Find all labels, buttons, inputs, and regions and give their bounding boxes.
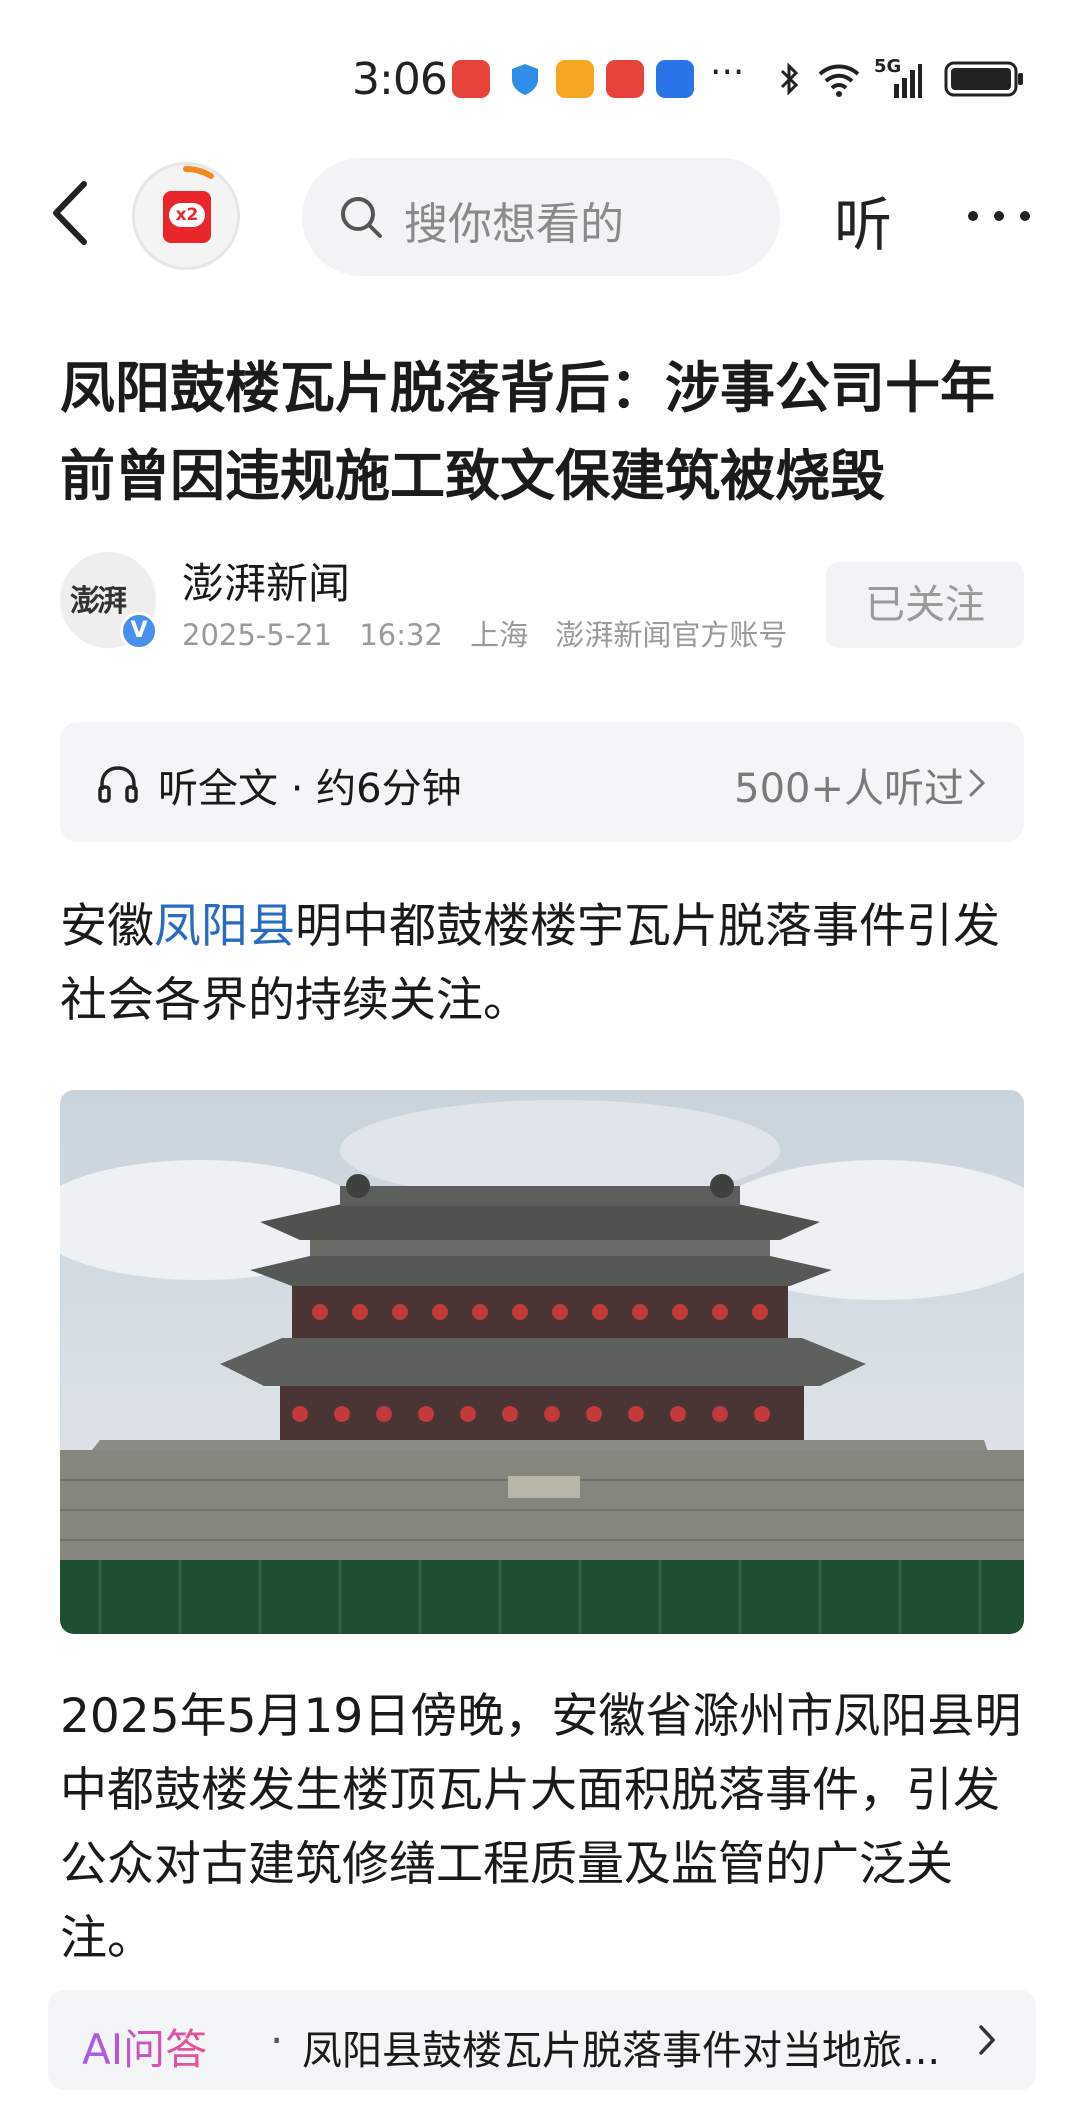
author-meta: 2025-5-21 16:32 上海 澎湃新闻官方账号	[182, 612, 805, 654]
search-icon	[341, 197, 382, 238]
more-dot	[994, 211, 1004, 221]
search-placeholder: 搜你想看的	[404, 199, 624, 250]
ai-question: 凤阳县鼓楼瓦片脱落事件对当地旅...	[302, 2028, 941, 2074]
follow-button[interactable]: 已关注	[826, 562, 1024, 648]
article-paragraph: 安徽凤阳县明中都鼓楼楼宇瓦片脱落事件引发社会各界的持续关注。	[60, 890, 1024, 1038]
status-time: 3:06	[352, 54, 448, 105]
headphone-icon	[98, 766, 138, 803]
keyword-link[interactable]: 凤阳县	[154, 899, 295, 954]
publish-location: 上海	[470, 618, 529, 652]
more-notifications-icon: ···	[710, 52, 745, 93]
search-input[interactable]: 搜你想看的	[302, 158, 780, 276]
bluetooth-icon	[770, 60, 808, 98]
multiplier-badge: x2	[169, 203, 205, 227]
article-photo[interactable]	[60, 1090, 1024, 1634]
publish-date: 2025-5-21	[182, 618, 333, 652]
more-button[interactable]	[966, 190, 1032, 240]
listen-full-text-bar[interactable]: 听全文 · 约6分钟 500+人听过	[60, 722, 1024, 842]
ai-separator: ·	[270, 2016, 284, 2065]
ai-qa-label: AI问答	[82, 2016, 207, 2077]
signal-icon	[872, 62, 922, 100]
account-type: 澎湃新闻官方账号	[555, 618, 788, 652]
huawei-appgallery-icon	[452, 60, 490, 98]
paragraph-text: 安徽	[60, 899, 154, 954]
more-dot	[968, 211, 978, 221]
back-arrow-icon	[53, 181, 87, 245]
wifi-icon	[816, 60, 862, 98]
chevron-right-icon	[979, 2025, 996, 2055]
ai-qa-bar[interactable]: AI问答 · 凤阳县鼓楼瓦片脱落事件对当地旅...	[48, 1990, 1036, 2090]
back-button[interactable]	[48, 178, 98, 248]
listen-button[interactable]: 听	[834, 178, 892, 262]
battery-icon	[944, 60, 1026, 98]
chevron-right-icon	[969, 769, 986, 797]
author-name[interactable]: 澎湃新闻	[182, 550, 350, 611]
publish-time: 16:32	[359, 618, 443, 652]
author-avatar-text: 澎湃	[70, 584, 127, 619]
weibo-icon	[556, 60, 594, 98]
article-title: 凤阳鼓楼瓦片脱落背后：涉事公司十年前曾因违规施工致文保建筑被烧毁	[60, 356, 996, 508]
author-avatar[interactable]: 澎湃 V	[60, 552, 158, 650]
verified-icon: V	[120, 612, 158, 650]
status-bar: 3:06 ··· 5G	[0, 0, 1080, 160]
listen-label: 听全文 · 约6分钟	[158, 766, 462, 812]
app-icon	[656, 60, 694, 98]
red-packet-button[interactable]: x2	[132, 162, 240, 270]
article-paragraph: 2025年5月19日傍晚，安徽省滁州市凤阳县明中都鼓楼发生楼顶瓦片大面积脱落事件…	[60, 1689, 1022, 1966]
drum-tower-photo	[60, 1090, 1024, 1634]
more-dot	[1020, 211, 1030, 221]
shield-icon	[506, 60, 544, 98]
listen-count: 500+人听过	[734, 766, 964, 812]
sf-express-icon	[606, 60, 644, 98]
